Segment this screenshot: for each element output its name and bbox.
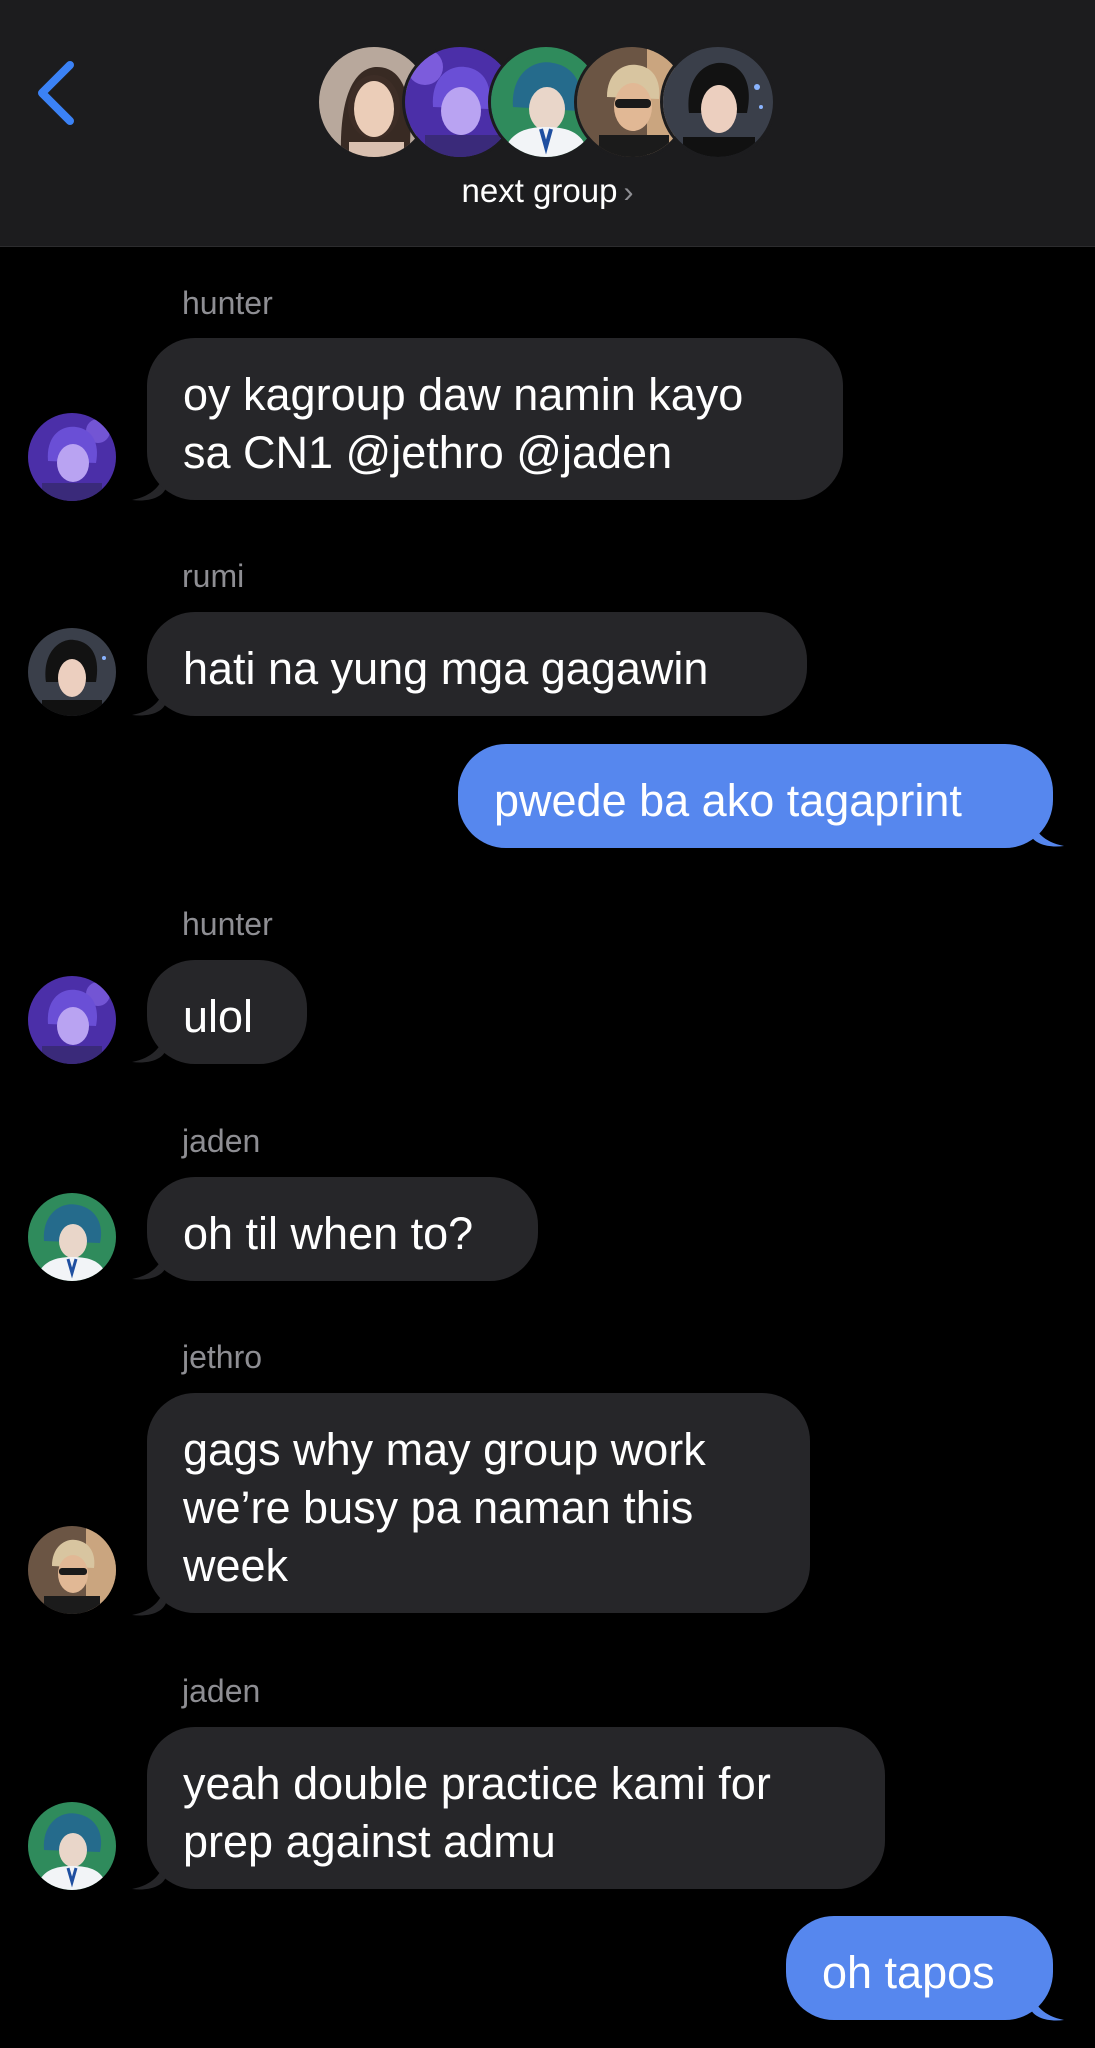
message-bubble[interactable]: ulol <box>147 960 307 1064</box>
jaden-avatar[interactable] <box>28 1802 116 1890</box>
hunter-avatar[interactable] <box>28 413 116 501</box>
message-bubble[interactable]: gags why may group work we’re busy pa na… <box>147 1393 810 1613</box>
message-line: gags why may group work <box>183 1424 706 1475</box>
group-member-avatar <box>660 44 776 160</box>
rumi-avatar[interactable] <box>28 628 116 716</box>
jaden-avatar[interactable] <box>28 1193 116 1281</box>
message-line: yeah double practice kami for <box>183 1758 771 1809</box>
chevron-left-icon <box>38 61 74 125</box>
message-line: oy kagroup daw namin kayo <box>183 369 744 420</box>
message-line: oh til when to? <box>183 1208 474 1259</box>
group-name-label: next group <box>461 172 618 209</box>
sender-name: hunter <box>182 285 273 321</box>
message-bubble[interactable]: oh tapos <box>786 1916 1053 2020</box>
sender-name: jaden <box>182 1123 261 1159</box>
jethro-avatar[interactable] <box>28 1526 116 1614</box>
message-bubble[interactable]: oh til when to? <box>147 1177 538 1281</box>
hunter-avatar[interactable] <box>28 976 116 1064</box>
group-avatars[interactable] <box>316 44 786 162</box>
sender-name: hunter <box>182 906 273 942</box>
chevron-right-icon: › <box>623 176 634 209</box>
chat-header: next group › <box>0 0 1095 247</box>
message-line: ulol <box>183 991 254 1042</box>
sender-name: rumi <box>182 558 245 594</box>
message-bubble[interactable]: pwede ba ako tagaprint <box>458 744 1053 848</box>
message-line: prep against admu <box>183 1816 556 1867</box>
message-line: week <box>183 1540 289 1591</box>
message-line: oh tapos <box>822 1947 995 1998</box>
sender-name: jaden <box>182 1673 261 1709</box>
message-line: we’re busy pa naman this <box>183 1482 694 1533</box>
message-line: hati na yung mga gagawin <box>183 643 709 694</box>
message-line: pwede ba ako tagaprint <box>494 775 962 826</box>
sender-name: jethro <box>182 1339 263 1375</box>
back-button[interactable] <box>28 55 88 130</box>
message-line: sa CN1 @jethro @jaden <box>183 427 673 478</box>
group-name-button[interactable]: next group › <box>0 172 1095 210</box>
message-bubble[interactable]: yeah double practice kami for prep again… <box>147 1727 885 1889</box>
message-bubble[interactable]: oy kagroup daw namin kayo sa CN1 @jethro… <box>147 338 843 500</box>
message-bubble[interactable]: hati na yung mga gagawin <box>147 612 807 716</box>
